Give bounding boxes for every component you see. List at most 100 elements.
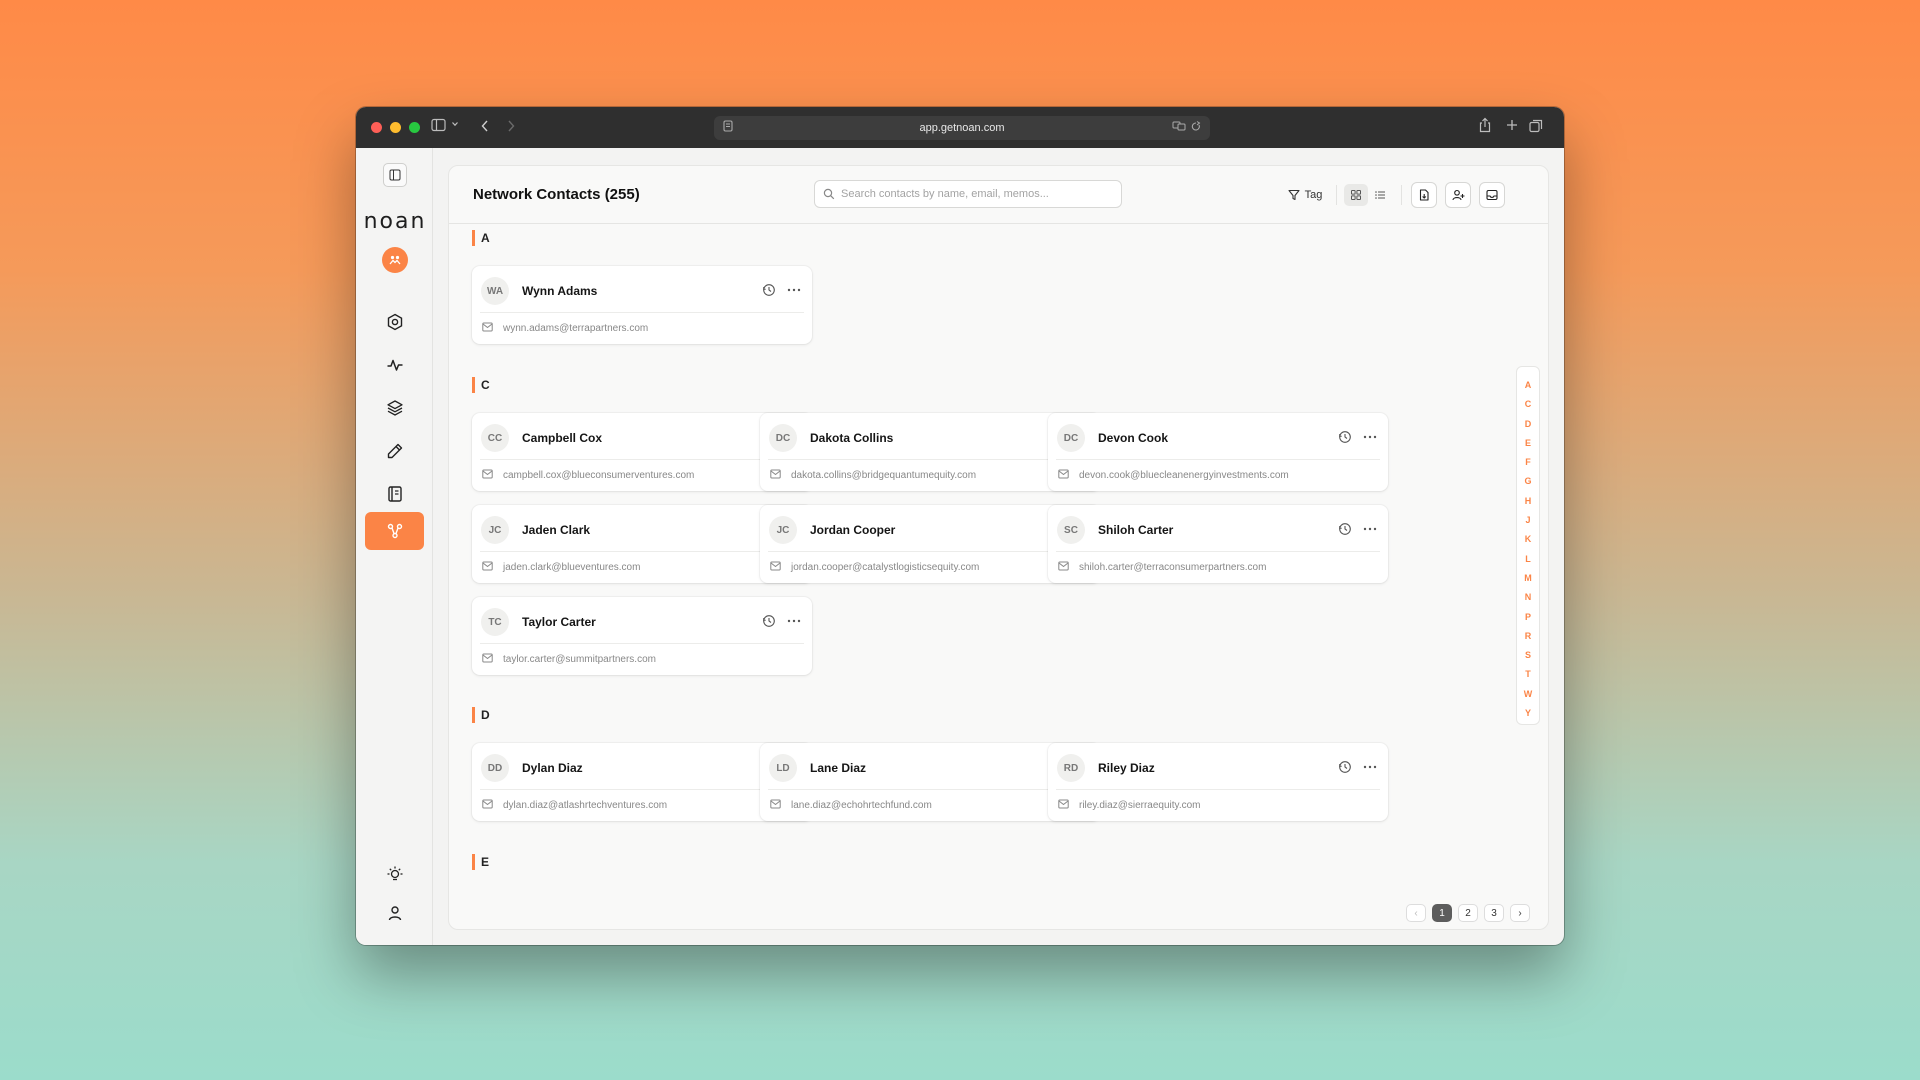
mail-icon (482, 653, 493, 663)
tab-overview-icon[interactable] (1529, 119, 1543, 133)
collapse-sidebar-button[interactable] (383, 163, 407, 187)
logo: noan (363, 209, 427, 234)
contact-email[interactable]: shiloh.carter@terraconsumerpartners.com (1079, 562, 1266, 573)
contact-card[interactable]: SC Shiloh Carter shiloh.carter@terraconsum… (1048, 505, 1388, 583)
contact-email[interactable]: wynn.adams@terrapartners.com (503, 323, 648, 334)
more-options-icon[interactable] (1362, 760, 1378, 776)
contact-avatar: DC (769, 424, 797, 452)
import-file-button[interactable] (1411, 182, 1437, 208)
alphabet-letter-c[interactable]: C (1525, 395, 1532, 414)
contact-name[interactable]: Shiloh Carter (1098, 523, 1173, 537)
history-icon[interactable] (1338, 430, 1354, 446)
next-page-button[interactable]: › (1510, 904, 1530, 922)
contact-name[interactable]: Riley Diaz (1098, 761, 1155, 775)
sidebar-item-network[interactable] (365, 512, 424, 550)
history-icon[interactable] (762, 614, 778, 630)
contact-email[interactable]: dylan.diaz@atlashrtechventures.com (503, 800, 667, 811)
contact-card[interactable]: TC Taylor Carter taylor.carter@summitpartn… (472, 597, 812, 675)
history-icon[interactable] (1338, 760, 1354, 776)
alphabet-letter-y[interactable]: Y (1525, 704, 1531, 723)
page-button-1[interactable]: 1 (1432, 904, 1452, 922)
alphabet-letter-s[interactable]: S (1525, 646, 1531, 665)
sidebar-item-profile[interactable] (365, 894, 424, 932)
contact-name[interactable]: Dylan Diaz (522, 761, 583, 775)
page-settings-icon[interactable] (722, 119, 734, 133)
alphabet-letter-e[interactable]: E (1525, 434, 1531, 453)
alphabet-letter-p[interactable]: P (1525, 608, 1531, 627)
alphabet-letter-w[interactable]: W (1524, 685, 1533, 704)
header-divider (1401, 185, 1402, 205)
mail-icon (482, 469, 493, 479)
more-options-icon[interactable] (1362, 522, 1378, 538)
pen-icon (386, 442, 404, 460)
tag-filter-button[interactable]: Tag (1279, 182, 1331, 208)
sidebar-item-tips[interactable] (365, 855, 424, 893)
contact-card[interactable]: DC Devon Cook devon.cook@bluecleanenergyin… (1048, 413, 1388, 491)
filter-icon (1288, 189, 1300, 201)
alphabet-letter-t[interactable]: T (1525, 665, 1531, 684)
contact-card[interactable]: WA Wynn Adams wynn.adams@terrapartners.com (472, 266, 812, 344)
more-options-icon[interactable] (786, 614, 802, 630)
contact-email[interactable]: lane.diaz@echohrtechfund.com (791, 800, 932, 811)
contact-email[interactable]: riley.diaz@sierraequity.com (1079, 800, 1200, 811)
contact-email[interactable]: taylor.carter@summitpartners.com (503, 654, 656, 665)
contact-email[interactable]: campbell.cox@blueconsumerventures.com (503, 470, 694, 481)
alphabet-letter-m[interactable]: M (1524, 569, 1532, 588)
contact-name[interactable]: Lane Diaz (810, 761, 866, 775)
search-input[interactable] (841, 188, 1111, 200)
grid-view-button[interactable] (1344, 184, 1368, 206)
page-button-2[interactable]: 2 (1458, 904, 1478, 922)
contact-email[interactable]: jaden.clark@blueventures.com (503, 562, 640, 573)
pagination: ‹ 1 2 3 › (1406, 904, 1530, 922)
alphabet-letter-l[interactable]: L (1525, 550, 1531, 569)
sidebar-item-hexagon[interactable] (365, 303, 424, 341)
add-contact-button[interactable] (1445, 182, 1471, 208)
sidebar-item-pen[interactable] (365, 432, 424, 470)
sidebar-item-notebook[interactable] (365, 475, 424, 513)
alphabet-letter-n[interactable]: N (1525, 588, 1532, 607)
alphabet-letter-f[interactable]: F (1525, 453, 1531, 472)
alphabet-letter-g[interactable]: G (1524, 472, 1531, 491)
contact-name[interactable]: Taylor Carter (522, 615, 596, 629)
history-icon[interactable] (762, 283, 778, 299)
history-icon[interactable] (1338, 522, 1354, 538)
page-title: Network Contacts (255) (473, 186, 640, 203)
more-options-icon[interactable] (786, 283, 802, 299)
contact-email[interactable]: jordan.cooper@catalystlogisticsequity.co… (791, 562, 979, 573)
forward-icon[interactable] (506, 119, 516, 133)
alphabet-letter-j[interactable]: J (1525, 511, 1530, 530)
contact-name[interactable]: Jaden Clark (522, 523, 590, 537)
alphabet-letter-h[interactable]: H (1525, 492, 1532, 511)
sidebar-item-activity[interactable] (365, 346, 424, 384)
contact-card[interactable]: RD Riley Diaz riley.diaz@sierraequity.com (1048, 743, 1388, 821)
reload-icon[interactable] (1172, 119, 1202, 133)
workspace-avatar[interactable] (382, 247, 408, 273)
zoom-window-button[interactable] (409, 122, 420, 133)
chevron-down-icon[interactable] (451, 120, 459, 128)
contact-name[interactable]: Wynn Adams (522, 284, 597, 298)
alphabet-letter-k[interactable]: K (1525, 530, 1532, 549)
contact-email[interactable]: devon.cook@bluecleanenergyinvestments.co… (1079, 470, 1289, 481)
back-icon[interactable] (480, 119, 490, 133)
new-tab-icon[interactable] (1506, 119, 1518, 131)
share-icon[interactable] (1478, 117, 1492, 133)
page-button-3[interactable]: 3 (1484, 904, 1504, 922)
address-bar[interactable]: app.getnoan.com (714, 116, 1210, 140)
prev-page-button[interactable]: ‹ (1406, 904, 1426, 922)
search-box[interactable] (814, 180, 1122, 208)
contact-name[interactable]: Jordan Cooper (810, 523, 895, 537)
sidebar-toggle-icon[interactable] (431, 118, 446, 132)
alphabet-letter-r[interactable]: R (1525, 627, 1532, 646)
contact-name[interactable]: Campbell Cox (522, 431, 602, 445)
alphabet-letter-a[interactable]: A (1525, 376, 1532, 395)
sidebar-item-layers[interactable] (365, 389, 424, 427)
minimize-window-button[interactable] (390, 122, 401, 133)
inbox-button[interactable] (1479, 182, 1505, 208)
contact-name[interactable]: Devon Cook (1098, 431, 1168, 445)
close-window-button[interactable] (371, 122, 382, 133)
list-view-button[interactable] (1368, 184, 1392, 206)
alphabet-letter-d[interactable]: D (1525, 415, 1532, 434)
contact-name[interactable]: Dakota Collins (810, 431, 893, 445)
more-options-icon[interactable] (1362, 430, 1378, 446)
contact-email[interactable]: dakota.collins@bridgequantumequity.com (791, 470, 976, 481)
